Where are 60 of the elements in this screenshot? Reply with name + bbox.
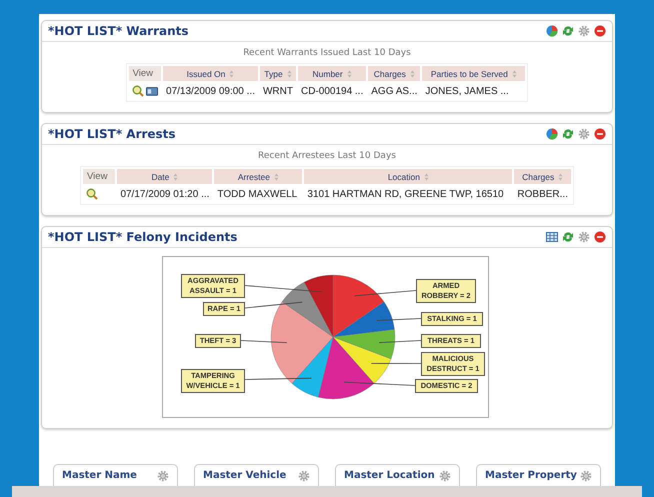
leader-line	[240, 340, 288, 343]
close-icon[interactable]	[594, 128, 606, 140]
close-icon[interactable]	[594, 25, 606, 37]
column-header[interactable]: Type	[260, 66, 296, 81]
close-icon[interactable]	[594, 231, 606, 243]
refresh-icon[interactable]	[562, 231, 574, 243]
sort-icon	[286, 70, 292, 78]
table-caption: Recent Arrestees Last 10 Days	[257, 151, 397, 161]
settings-icon[interactable]	[578, 231, 590, 243]
settings-icon[interactable]	[578, 128, 590, 140]
settings-icon[interactable]	[157, 470, 169, 482]
table-cell-text: 07/17/2009 01:20 ...	[119, 188, 210, 202]
pie-chart-icon[interactable]	[546, 25, 558, 37]
refresh-icon[interactable]	[562, 25, 574, 37]
leader-line	[344, 382, 416, 386]
sort-icon	[274, 173, 279, 182]
sort-icon	[229, 70, 234, 78]
table-icon[interactable]	[546, 231, 558, 243]
column-header[interactable]: Issued On	[163, 66, 258, 81]
sort-icon	[512, 70, 517, 78]
column-header[interactable]: View	[128, 66, 162, 81]
column-header[interactable]: Location	[304, 169, 512, 184]
table-cell-text: CD-000194 ...	[300, 84, 364, 98]
panel-title: *HOT LIST* Warrants	[48, 24, 189, 38]
column-header[interactable]: Charges	[368, 66, 420, 81]
settings-icon[interactable]	[298, 470, 310, 482]
sort-icon	[424, 173, 429, 182]
table-cell-text: 3101 HARTMAN RD, GREENE TWP, 16510	[306, 188, 505, 202]
table-cell-text: ROBBER...	[516, 188, 569, 202]
settings-icon[interactable]	[580, 470, 592, 482]
leader-line	[244, 302, 303, 308]
table-cell-text: WRNT	[262, 84, 294, 98]
settings-icon[interactable]	[578, 25, 590, 37]
refresh-icon[interactable]	[562, 128, 574, 140]
column-header[interactable]: Parties to be Served	[422, 66, 526, 81]
column-header[interactable]: View	[83, 169, 116, 184]
panel-title: *HOT LIST* Arrests	[48, 127, 176, 141]
table-cell-text: JONES, JAMES ...	[424, 84, 510, 98]
leader-line	[378, 340, 422, 343]
leader-line	[376, 318, 422, 321]
id-card-icon[interactable]	[146, 85, 158, 97]
settings-icon[interactable]	[439, 470, 451, 482]
sort-icon	[558, 173, 564, 182]
column-header[interactable]: Number	[298, 66, 366, 81]
column-header[interactable]: Date	[117, 169, 212, 184]
table-cell-text: TODD MAXWELL	[216, 188, 298, 202]
panel-title: *HOT LIST* Felony Incidents	[48, 230, 238, 244]
table-cell-text: AGG AS...	[370, 84, 418, 98]
leader-line	[244, 378, 312, 380]
leader-line	[354, 290, 416, 296]
table-caption: Recent Warrants Issued Last 10 Days	[242, 48, 412, 58]
magnifier-icon[interactable]	[86, 188, 98, 200]
sort-icon	[346, 70, 352, 78]
sort-icon	[410, 70, 415, 78]
leader-line	[370, 363, 422, 364]
table-cell-text: 07/13/2009 09:00 ...	[165, 84, 256, 98]
pie-chart-icon[interactable]	[546, 128, 558, 140]
column-header[interactable]: Arrestee	[214, 169, 302, 184]
sort-icon	[173, 173, 178, 182]
column-header[interactable]: Charges	[514, 169, 571, 184]
